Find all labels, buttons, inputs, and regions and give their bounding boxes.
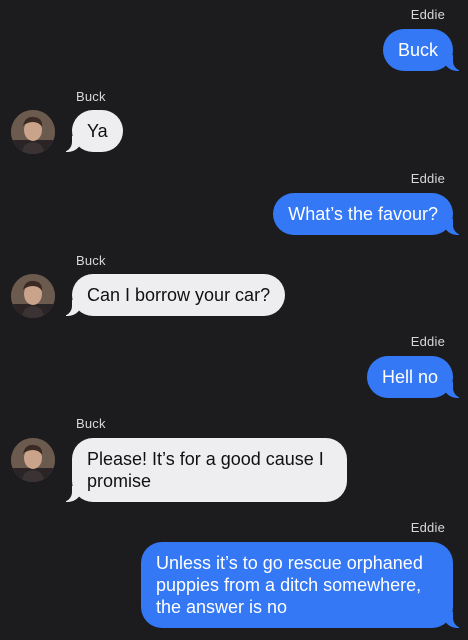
message-text: Unless it’s to go rescue orphaned puppie… — [156, 553, 423, 617]
profile-photo-icon[interactable] — [11, 438, 55, 482]
message-text: Can I borrow your car? — [87, 285, 271, 305]
sender-name: Buck — [76, 89, 106, 104]
message-text: Ya — [87, 121, 108, 141]
message-bubble-outgoing[interactable]: Buck — [382, 29, 466, 71]
message-bubble-outgoing[interactable]: What’s the favour? — [273, 193, 465, 235]
message-bubble-outgoing[interactable]: Unless it’s to go rescue orphaned puppie… — [141, 542, 465, 628]
sender-name: Buck — [76, 253, 106, 268]
sender-name: Eddie — [410, 171, 445, 186]
profile-photo-icon[interactable] — [11, 110, 55, 154]
sender-name: Eddie — [410, 7, 445, 22]
profile-photo-icon[interactable] — [11, 274, 55, 318]
message-text: Please! It’s for a good cause I promise — [87, 449, 324, 491]
sender-name: Eddie — [410, 520, 445, 535]
message-bubble-incoming[interactable]: Ya — [60, 110, 123, 152]
sender-name: Buck — [76, 416, 106, 431]
message-bubble-incoming[interactable]: Can I borrow your car? — [59, 274, 286, 316]
message-text: Buck — [397, 40, 438, 60]
message-text: What’s the favour? — [288, 204, 438, 224]
sender-name: Eddie — [410, 334, 445, 349]
message-bubble-incoming[interactable]: Please! It’s for a good cause I promise — [60, 438, 347, 502]
message-text: Hell no — [381, 367, 438, 387]
message-bubble-outgoing[interactable]: Hell no — [366, 356, 466, 398]
